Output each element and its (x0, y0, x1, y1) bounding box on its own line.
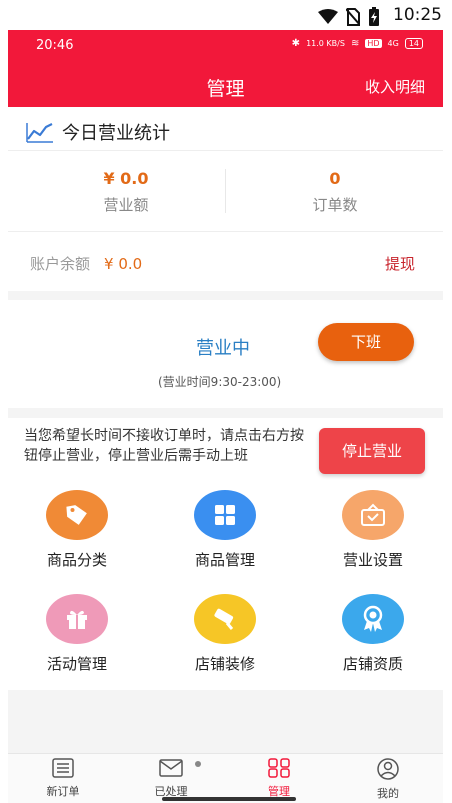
balance-label: 账户余额 (30, 255, 91, 273)
stats-separator (225, 169, 226, 213)
menu-item-label: 活动管理 (46, 655, 107, 673)
stop-notice: 当您希望长时间不接收订单时，请点击右方按钮停止营业，停止营业后需手动上班 (24, 428, 304, 464)
gift-icon (46, 594, 108, 644)
tab-new-orders[interactable]: 新订单 (18, 758, 108, 799)
inner-status-icons: ✱ 11.0 KB/S ≋ HD 4G 14 (292, 38, 423, 49)
withdraw-link[interactable]: 提现 (385, 253, 415, 274)
inner-clock: 20:46 (36, 38, 74, 53)
battery-level: 14 (404, 38, 423, 49)
shop-bag-icon (342, 490, 404, 540)
menu-item-business-settings[interactable]: 营业设置 (313, 490, 433, 570)
unread-dot (195, 761, 201, 767)
revenue-stat: ¥ 0.0 营业额 (26, 169, 226, 215)
menu-item-activity-management[interactable]: 活动管理 (17, 594, 137, 674)
user-icon (377, 758, 399, 780)
tag-icon (46, 490, 108, 540)
menu-item-store-decoration[interactable]: 店铺装修 (165, 594, 285, 674)
app-root: 10:25 20:46 ✱ 11.0 KB/S ≋ HD 4G 14 管理 收入… (0, 0, 452, 803)
orders-label: 订单数 (312, 196, 358, 214)
menu-item-product-category[interactable]: 商品分类 (17, 490, 137, 570)
menu-item-label: 店铺资质 (342, 655, 403, 673)
award-badge-icon (342, 594, 404, 644)
menu-item-label: 商品管理 (194, 551, 255, 569)
business-hours: (营业时间9:30-23:00) (158, 375, 282, 389)
account-balance: 账户余额 ¥ 0.0 (30, 253, 142, 274)
menu-item-label: 店铺装修 (194, 655, 255, 673)
inner-status-bar: 20:46 ✱ 11.0 KB/S ≋ HD 4G 14 (8, 30, 443, 62)
line-chart-icon (26, 123, 53, 143)
orders-value: 0 (329, 169, 341, 188)
management-menu-card: 当您希望长时间不接收订单时，请点击右方按钮停止营业，停止营业后需手动上班 停止营… (8, 418, 443, 690)
bluetooth-icon: ✱ (291, 38, 301, 49)
paint-roller-icon (194, 594, 256, 644)
system-status-bar: 10:25 (0, 0, 452, 30)
system-status-icons (318, 7, 380, 27)
system-clock: 10:25 (393, 5, 442, 25)
today-stats-card: 今日营业统计 ¥ 0.0 营业额 0 订单数 账户余额 ¥ 0.0 提现 (8, 107, 443, 291)
revenue-value: ¥ 0.0 (103, 169, 149, 188)
orders-stat: 0 订单数 (235, 169, 435, 215)
battery-charging-icon (369, 7, 379, 26)
app-header: 20:46 ✱ 11.0 KB/S ≋ HD 4G 14 管理 收入明细 (8, 30, 443, 107)
menu-item-label: 商品分类 (46, 551, 107, 569)
tab-label: 新订单 (46, 785, 80, 798)
off-duty-button[interactable]: 下班 (318, 323, 414, 361)
phone-screen: 20:46 ✱ 11.0 KB/S ≋ HD 4G 14 管理 收入明细 今日营… (8, 30, 443, 803)
network-speed: 11.0 KB/S (306, 39, 345, 48)
income-detail-link[interactable]: 收入明细 (365, 76, 425, 97)
wifi-icon (318, 9, 338, 24)
mail-icon (159, 759, 183, 777)
tab-manage[interactable]: 管理 (234, 758, 324, 799)
tab-mine[interactable]: 我的 (343, 758, 433, 801)
menu-item-label: 营业设置 (342, 551, 403, 569)
wifi-small-icon: ≋ (350, 38, 360, 49)
balance-value: ¥ 0.0 (104, 255, 143, 273)
tab-processed[interactable]: 已处理 (126, 758, 216, 799)
hd-badge: HD (365, 39, 382, 48)
home-indicator (162, 797, 296, 801)
stats-title: 今日营业统计 (26, 119, 170, 145)
divider (8, 150, 443, 151)
no-sim-icon (346, 8, 360, 26)
revenue-label: 营业额 (103, 196, 149, 214)
manage-grid-icon (268, 758, 290, 778)
signal-label: 4G (387, 39, 399, 48)
menu-item-product-management[interactable]: 商品管理 (165, 490, 285, 570)
business-status: 营业中 (196, 338, 250, 359)
stop-business-button[interactable]: 停止营业 (319, 428, 425, 474)
tab-label: 我的 (377, 787, 399, 800)
list-icon (52, 758, 74, 778)
bottom-tab-bar: 新订单 已处理 管理 我的 (8, 753, 443, 803)
business-status-card: 营业中 下班 (营业时间9:30-23:00) (8, 300, 443, 408)
stats-title-label: 今日营业统计 (62, 123, 170, 144)
menu-item-store-qualification[interactable]: 店铺资质 (313, 594, 433, 674)
grid-icon (194, 490, 256, 540)
divider (8, 231, 443, 232)
